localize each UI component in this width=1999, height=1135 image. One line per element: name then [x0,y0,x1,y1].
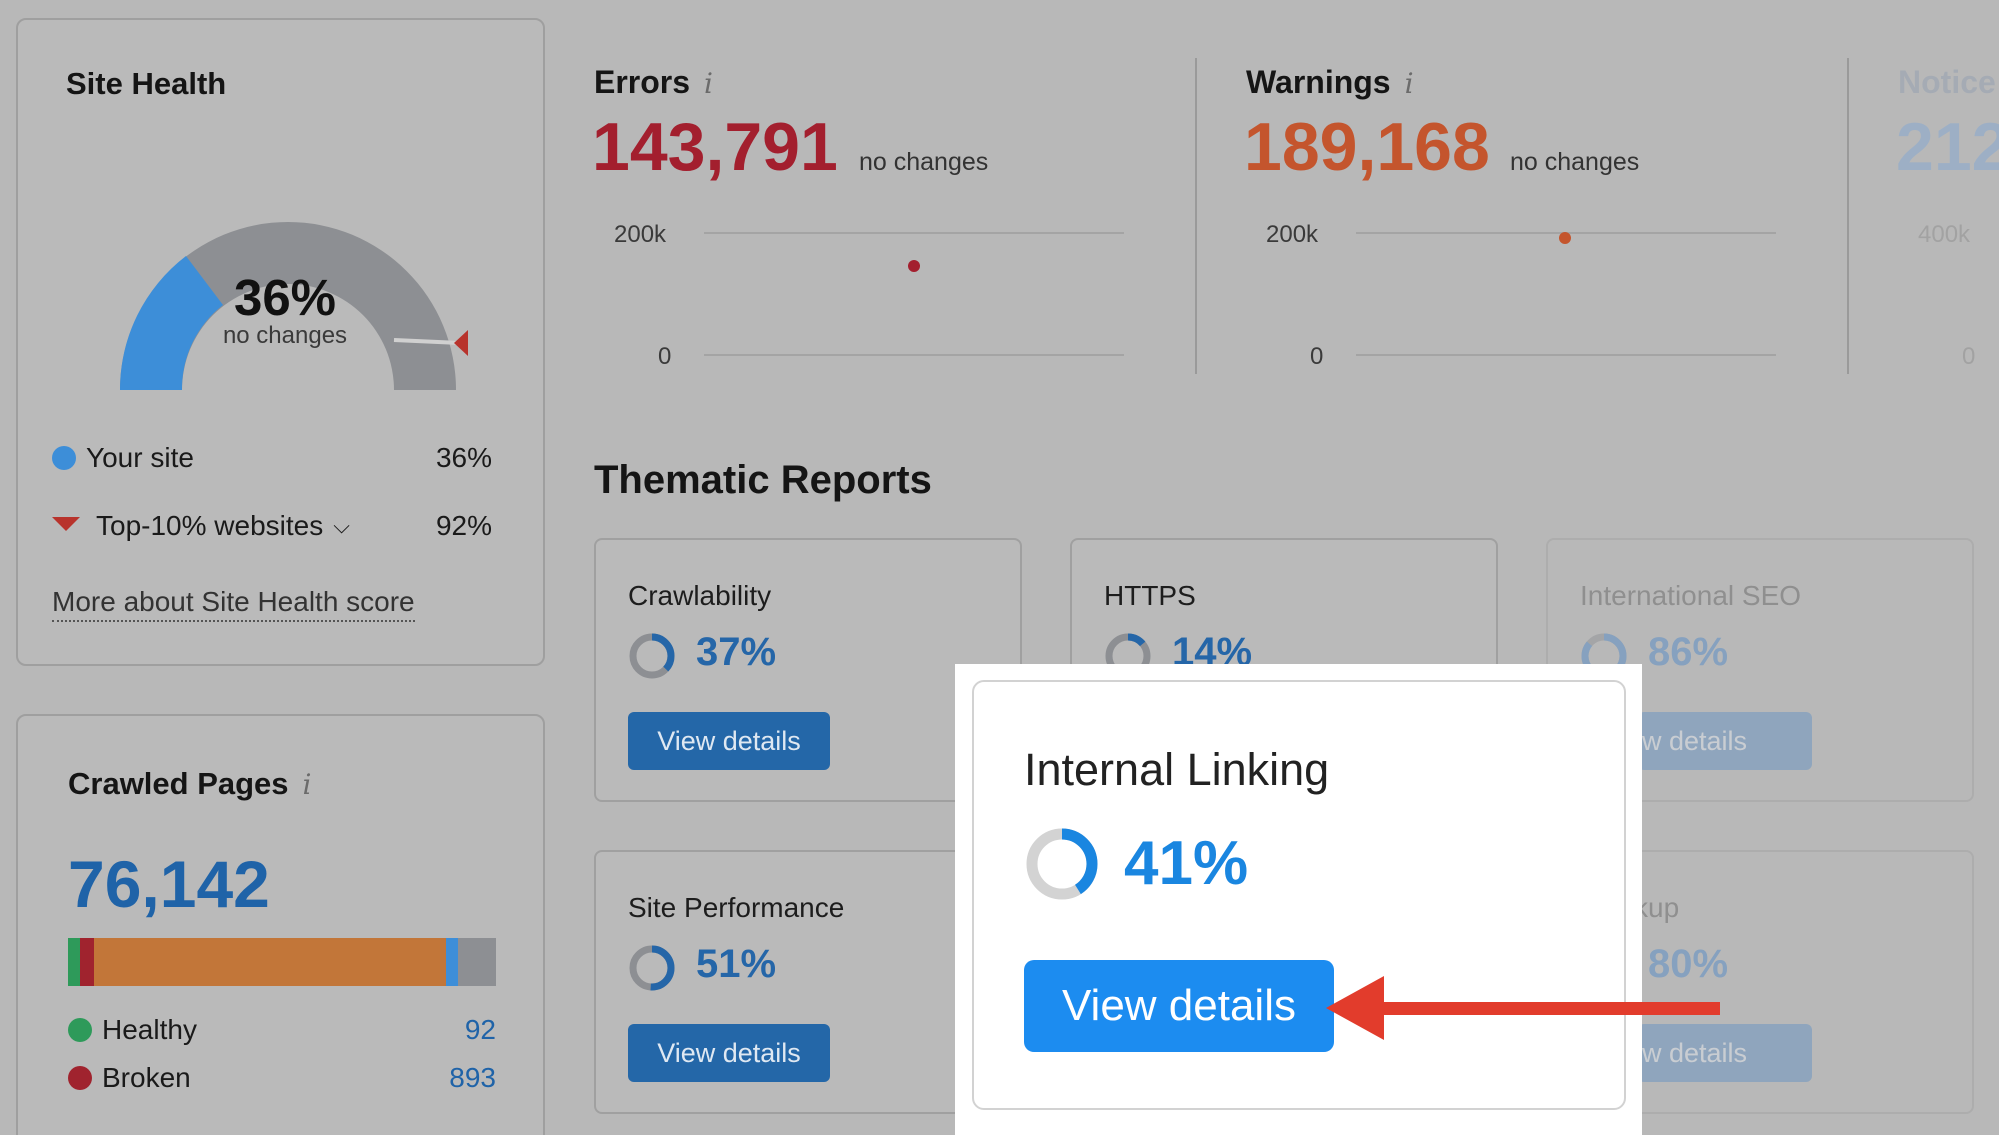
your-site-dot [52,446,76,470]
crawled-pages-card: Crawled Pages i 76,142 Healthy 92 Broken … [16,714,545,1135]
warnings-gridline-bottom [1356,354,1776,356]
warnings-title: Warnings i [1246,64,1414,100]
report-name: International SEO [1580,580,1802,611]
metric-divider [1195,58,1197,374]
crawled-row-broken[interactable]: Broken 893 [68,1062,496,1102]
metric-divider [1847,58,1849,374]
report-percent: 86% [1648,630,1729,674]
errors-value: 143,791 [592,109,838,185]
thematic-reports-title: Thematic Reports [594,458,932,502]
site-health-change: no changes [222,322,348,349]
view-details-button[interactable]: w details [1638,712,1812,770]
site-health-percent: 36% [233,269,337,326]
crawled-pages-total: 76,142 [68,847,270,921]
errors-data-point[interactable] [908,260,920,272]
legend-label: Your site [86,442,194,473]
view-details-button[interactable]: View details [628,712,830,770]
row-label: Broken [102,1062,191,1093]
broken-dot [68,1066,92,1090]
errors-gridline-top [704,232,1124,234]
bar-healthy [68,938,80,986]
view-details-button[interactable]: View details [628,1024,830,1082]
info-icon[interactable]: i [303,768,312,801]
report-name: Crawlability [628,580,772,611]
pointer-arrow-icon [1326,976,1720,1040]
chevron-down-icon[interactable]: ⌵ [333,513,350,539]
progress-ring-icon [1026,828,1098,900]
crawled-pages-bar [68,938,496,986]
report-name: HTTPS [1104,580,1196,611]
bar-blocked [458,938,496,986]
warnings-change: no changes [1510,148,1640,176]
warnings-data-point[interactable] [1559,232,1571,244]
site-health-title: Site Health [66,66,227,101]
internal-linking-percent: 41% [1124,829,1249,898]
legend-top10[interactable]: Top-10% websites ⌵ 92% [52,510,492,550]
legend-value: 36% [435,442,492,473]
report-percent: 51% [696,942,777,986]
internal-linking-title: Internal Linking [1024,744,1330,795]
errors-change: no changes [859,148,989,176]
info-icon[interactable]: i [704,67,713,100]
errors-axis-top: 200k [614,221,667,248]
legend-value: 92% [435,510,492,541]
report-percent: 37% [696,630,777,674]
warnings-axis-bottom: 0 [1310,343,1324,370]
progress-ring-icon [629,633,675,679]
warnings-value: 189,168 [1244,109,1490,185]
errors-title: Errors i [594,64,714,100]
internal-linking-view-details-button[interactable]: View details [1024,960,1334,1052]
report-name: Site Performance [628,892,845,923]
bar-broken [80,938,94,986]
warnings-axis-top: 200k [1266,221,1319,248]
healthy-dot [68,1018,92,1042]
crawled-pages-title: Crawled Pages i [68,766,312,801]
row-value[interactable]: 893 [449,1062,496,1094]
legend-label: Top-10% websites [96,510,324,541]
benchmark-triangle-icon [52,517,80,531]
row-label: Healthy [102,1014,197,1045]
notices-title: Notice [1898,64,1996,100]
row-value[interactable]: 92 [465,1014,496,1046]
legend-your-site: Your site 36% [52,442,492,482]
errors-gridline-bottom [704,354,1124,356]
notices-axis-top: 400k [1918,221,1971,248]
more-about-score-link[interactable]: More about Site Health score [52,586,415,622]
info-icon[interactable]: i [1405,67,1414,100]
bar-redirects [446,938,458,986]
progress-ring-icon [629,945,675,991]
gauge-benchmark-marker [454,330,468,356]
crawled-row-healthy[interactable]: Healthy 92 [68,1014,496,1054]
errors-axis-bottom: 0 [658,343,672,370]
notices-value: 212 [1896,109,1999,185]
bar-issues [94,938,446,986]
notices-axis-bottom: 0 [1962,343,1976,370]
